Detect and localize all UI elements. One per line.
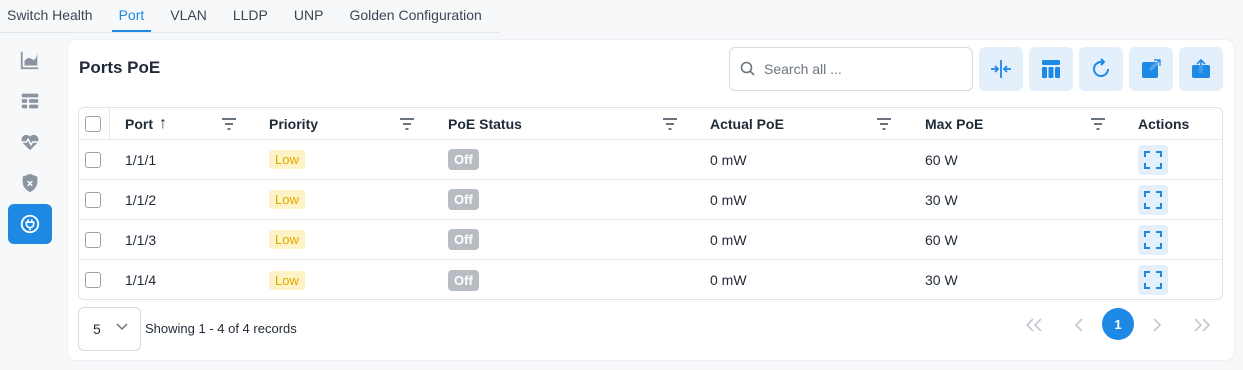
ports-poe-card: Ports PoE Port ↑ Priority PoE Status Act… xyxy=(68,40,1234,360)
expand-icon xyxy=(1144,271,1162,289)
table-row: 1/1/3 Low Off 0 mW 60 W xyxy=(79,220,1222,260)
port-cell: 1/1/2 xyxy=(125,191,157,208)
tab-vlan[interactable]: VLAN xyxy=(163,0,214,32)
export-icon xyxy=(1142,58,1162,78)
port-cell: 1/1/1 xyxy=(125,151,157,168)
upload-icon xyxy=(1192,58,1210,78)
tab-port[interactable]: Port xyxy=(111,0,152,32)
priority-badge: Low xyxy=(269,190,305,209)
column-header-poe-status[interactable]: PoE Status xyxy=(448,116,522,132)
sort-ascending-icon[interactable]: ↑ xyxy=(159,115,167,133)
max-poe-cell: 60 W xyxy=(925,151,958,168)
actual-poe-cell: 0 mW xyxy=(710,272,747,288)
poe-status-badge: Off xyxy=(448,229,479,250)
tab-golden-configuration[interactable]: Golden Configuration xyxy=(342,0,488,32)
port-cell: 1/1/4 xyxy=(125,272,157,288)
records-count: Showing 1 - 4 of 4 records xyxy=(145,321,297,336)
page-size-select[interactable]: 5 xyxy=(78,307,141,351)
table-row: 1/1/2 Low Off 0 mW 30 W xyxy=(79,180,1222,220)
expand-icon xyxy=(1144,230,1162,249)
tab-switch-health[interactable]: Switch Health xyxy=(0,0,100,32)
compress-columns-icon xyxy=(991,60,1011,78)
search-box[interactable] xyxy=(729,47,973,91)
column-header-actual-poe[interactable]: Actual PoE xyxy=(710,116,784,132)
priority-badge: Low xyxy=(269,150,305,169)
max-poe-cell: 60 W xyxy=(925,231,958,248)
heart-pulse-icon xyxy=(21,134,39,151)
top-tabs: Switch Health Port VLAN LLDP UNP Golden … xyxy=(0,0,489,32)
poe-status-badge: Off xyxy=(448,189,479,210)
export-button[interactable] xyxy=(1129,47,1173,91)
rail-item-poe[interactable] xyxy=(8,204,52,244)
search-input[interactable] xyxy=(764,61,954,77)
actual-poe-cell: 0 mW xyxy=(710,231,747,248)
poe-status-badge: Off xyxy=(448,269,479,291)
select-all-checkbox[interactable] xyxy=(85,115,101,132)
port-cell: 1/1/3 xyxy=(125,231,157,248)
column-header-max-poe[interactable]: Max PoE xyxy=(925,116,983,132)
first-page-button[interactable] xyxy=(1025,316,1043,337)
poe-table: Port ↑ Priority PoE Status Actual PoE Ma… xyxy=(78,107,1223,300)
chevron-left-icon xyxy=(1074,318,1083,332)
actual-poe-cell: 0 mW xyxy=(710,151,747,168)
actual-poe-cell: 0 mW xyxy=(710,191,747,208)
chevron-down-icon xyxy=(116,323,128,331)
compress-columns-button[interactable] xyxy=(979,47,1023,91)
max-poe-cell: 30 W xyxy=(925,191,958,208)
column-header-port[interactable]: Port xyxy=(125,116,153,132)
priority-badge: Low xyxy=(269,230,305,249)
rail-item-security[interactable] xyxy=(8,163,52,203)
next-page-button[interactable] xyxy=(1152,316,1162,337)
tab-unp[interactable]: UNP xyxy=(287,0,331,32)
expand-button[interactable] xyxy=(1138,144,1168,175)
column-header-priority[interactable]: Priority xyxy=(269,116,318,132)
filter-icon[interactable] xyxy=(221,117,237,131)
rail-item-health[interactable] xyxy=(8,122,52,162)
poe-status-badge: Off xyxy=(448,149,479,170)
table-header-row: Port ↑ Priority PoE Status Actual PoE Ma… xyxy=(79,108,1222,140)
refresh-icon xyxy=(1093,58,1109,77)
upload-button[interactable] xyxy=(1179,47,1223,91)
priority-badge: Low xyxy=(269,270,305,290)
row-checkbox[interactable] xyxy=(85,231,101,248)
filter-icon[interactable] xyxy=(399,117,415,131)
expand-button[interactable] xyxy=(1138,184,1168,215)
header-divider xyxy=(109,108,110,139)
row-checkbox[interactable] xyxy=(85,151,101,168)
expand-button[interactable] xyxy=(1138,265,1168,295)
double-chevron-right-icon xyxy=(1194,318,1211,332)
tabs-divider xyxy=(0,32,500,33)
last-page-button[interactable] xyxy=(1193,316,1211,337)
expand-button[interactable] xyxy=(1138,224,1168,255)
prev-page-button[interactable] xyxy=(1074,316,1084,337)
shield-x-icon xyxy=(22,173,38,193)
filter-icon[interactable] xyxy=(1090,117,1106,131)
card-title: Ports PoE xyxy=(79,58,161,77)
row-checkbox[interactable] xyxy=(85,272,101,288)
double-chevron-left-icon xyxy=(1025,318,1042,332)
filter-icon[interactable] xyxy=(876,117,892,131)
columns-button[interactable] xyxy=(1029,47,1073,91)
search-icon xyxy=(740,61,755,76)
expand-icon xyxy=(1144,150,1162,169)
page-size-value: 5 xyxy=(93,321,101,337)
column-header-actions: Actions xyxy=(1138,115,1190,132)
page-1-button[interactable]: 1 xyxy=(1102,308,1134,340)
tab-lldp[interactable]: LLDP xyxy=(226,0,275,32)
refresh-button[interactable] xyxy=(1079,47,1123,91)
area-chart-icon xyxy=(20,51,39,70)
expand-icon xyxy=(1144,190,1162,209)
rail-item-charts[interactable] xyxy=(8,40,52,80)
poe-plug-icon xyxy=(20,214,40,234)
chevron-right-icon xyxy=(1153,318,1162,332)
columns-icon xyxy=(1042,60,1060,78)
table-layout-icon xyxy=(21,93,39,109)
max-poe-cell: 30 W xyxy=(925,272,958,288)
side-icon-rail xyxy=(8,40,52,245)
rail-item-layout[interactable] xyxy=(8,81,52,121)
row-checkbox[interactable] xyxy=(85,191,101,208)
table-row: 1/1/1 Low Off 0 mW 60 W xyxy=(79,140,1222,180)
table-row: 1/1/4 Low Off 0 mW 30 W xyxy=(79,260,1222,299)
filter-icon[interactable] xyxy=(662,117,678,131)
